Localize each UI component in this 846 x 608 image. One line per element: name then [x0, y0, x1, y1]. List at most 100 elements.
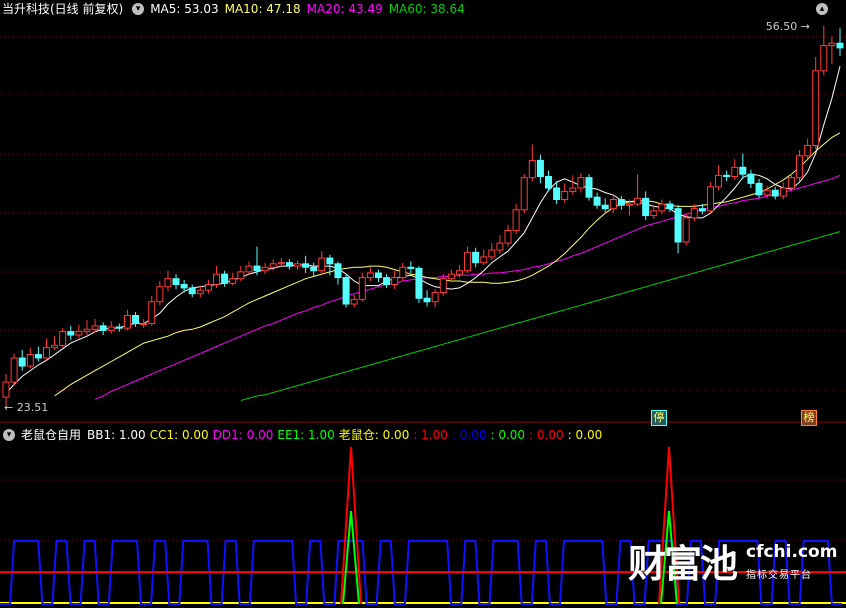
candle-body — [455, 270, 463, 275]
low-price-label: ← 23.51 — [4, 401, 48, 414]
chevron-down-icon[interactable]: ▾ — [132, 3, 145, 15]
candle-body — [391, 277, 399, 285]
candle-body — [528, 159, 536, 179]
candle-body — [577, 177, 585, 189]
candle-body — [358, 277, 366, 300]
ma5-line — [5, 66, 841, 394]
candle-body — [302, 263, 310, 268]
candle-body — [447, 273, 455, 280]
candle-body — [18, 357, 26, 367]
candle-body — [399, 266, 407, 279]
candle-body — [779, 187, 787, 197]
chevron-up-icon[interactable]: ▴ — [816, 3, 828, 15]
main-header: 当升科技(日线 前复权) ▾ MA5: 53.03 MA10: 47.18 MA… — [0, 0, 471, 18]
candle-body — [51, 344, 59, 349]
candle-body — [690, 208, 698, 219]
candle-body — [350, 298, 358, 305]
watermark-brand: 财富池 — [628, 542, 738, 586]
candle-body — [731, 166, 739, 177]
candle-body — [75, 331, 83, 336]
badge-stop: 停 — [651, 410, 667, 426]
candle-body — [569, 187, 577, 192]
candle-body — [723, 174, 731, 177]
candle-body — [682, 217, 690, 243]
candle-body — [464, 251, 472, 272]
candle-body — [221, 273, 229, 284]
candle-body — [91, 325, 99, 330]
candle-body — [115, 326, 123, 329]
candle-body — [804, 144, 812, 157]
candle-body — [634, 197, 642, 205]
candle-body — [431, 292, 439, 303]
candle-body — [229, 278, 237, 284]
red-spike — [340, 446, 362, 605]
candle-body — [180, 283, 188, 289]
candle-body — [383, 277, 391, 285]
candle-body — [148, 301, 156, 325]
indicator-value-8: : 0.00 — [529, 428, 564, 442]
candle-body — [423, 297, 431, 303]
ma10-label: MA10: 47.18 — [224, 2, 301, 16]
indicator-value-7: : 0.00 — [490, 428, 526, 442]
watermark-url: cfchi.com — [746, 542, 838, 562]
candle-body — [204, 283, 212, 291]
candle-body — [326, 257, 334, 265]
candle-body — [10, 357, 18, 383]
ma60-line — [240, 231, 841, 401]
candle-body — [658, 203, 666, 212]
candle-body — [787, 177, 795, 189]
candle-body — [67, 331, 75, 336]
candle-body — [480, 256, 488, 264]
candle-body — [698, 208, 706, 212]
candle-body — [285, 262, 293, 267]
candle-body — [715, 174, 723, 188]
candle-body — [585, 177, 593, 198]
candle-body — [34, 354, 42, 359]
watermark-tagline: 指标交易平台 — [746, 570, 812, 581]
candle-body — [706, 186, 714, 212]
indicator-value-6: : 0.00 — [451, 428, 487, 442]
candle-body — [601, 204, 609, 210]
candle-body — [213, 273, 221, 285]
candle-body — [642, 197, 650, 217]
candle-body — [763, 189, 771, 196]
candle-body — [674, 208, 682, 243]
candle-body — [650, 210, 658, 217]
candle-body — [625, 203, 633, 206]
candle-body — [132, 315, 140, 325]
candle-body — [164, 278, 172, 288]
candle-body — [828, 42, 836, 47]
candle-body — [334, 263, 342, 279]
candle-body — [796, 155, 804, 179]
indicator-value-2: DD1: 0.00 — [212, 428, 274, 442]
candle-body — [26, 354, 34, 367]
candle-body — [318, 257, 326, 272]
candle-body — [59, 331, 67, 346]
badge-list: 榜 — [801, 410, 817, 426]
candle-body — [310, 266, 318, 272]
indicator-value-5: : 1.00 — [413, 428, 448, 442]
candle-body — [747, 173, 755, 184]
candle-body — [553, 187, 561, 200]
candle-body — [277, 262, 285, 265]
stock-title: 当升科技(日线 前复权) — [2, 2, 124, 16]
chevron-down-icon[interactable]: ▾ — [3, 429, 15, 441]
candle-body — [123, 315, 131, 329]
indicator-header: ▾ 老鼠仓自用 BB1: 1.00 CC1: 0.00 DD1: 0.00 EE1: … — [0, 426, 606, 444]
indicator-value-1: CC1: 0.00 — [149, 428, 209, 442]
ma60-label: MA60: 38.64 — [388, 2, 465, 16]
indicator-value-9: : 0.00 — [567, 428, 603, 442]
candle-body — [366, 272, 374, 279]
candle-body — [245, 265, 253, 273]
candle-body — [196, 289, 204, 295]
candle-body — [561, 190, 569, 200]
candle-body — [172, 278, 180, 285]
high-price-label: 56.50 → — [766, 20, 810, 33]
candle-body — [253, 265, 261, 272]
candle-body — [771, 189, 779, 197]
candle-body — [836, 42, 844, 49]
candle-body — [617, 198, 625, 206]
candle-body — [374, 272, 382, 279]
candle-body — [42, 347, 50, 359]
candle-body — [504, 229, 512, 244]
